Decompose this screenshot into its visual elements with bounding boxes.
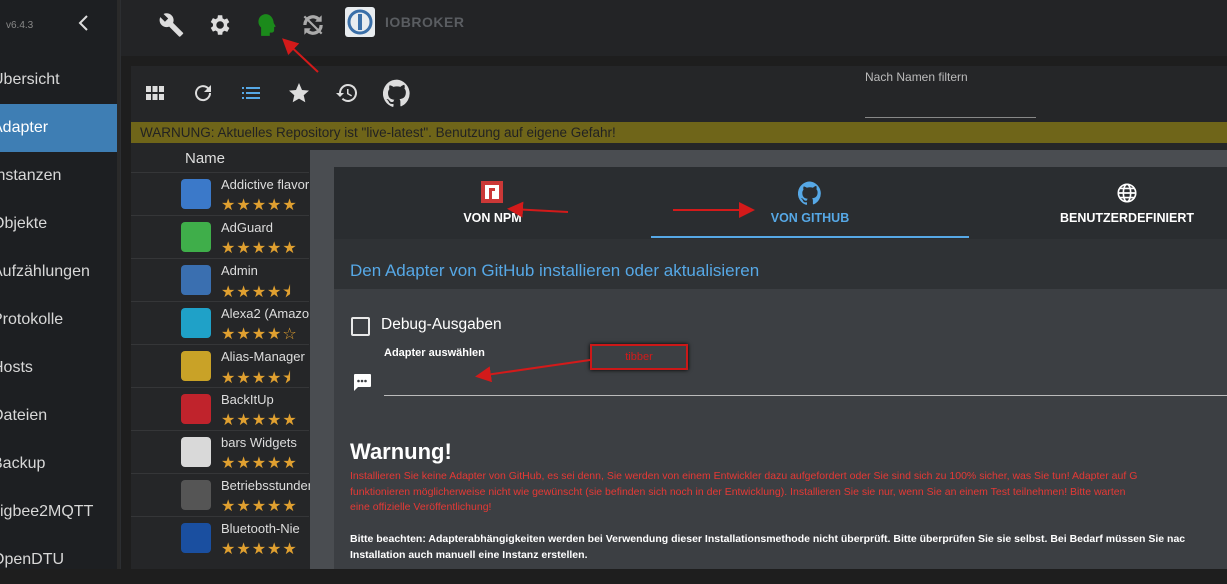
arrow-to-npm-tab — [507, 201, 569, 218]
arrow-to-expert-icon — [282, 38, 319, 73]
annotation-arrows — [282, 38, 755, 383]
arrow-to-adapter-input — [475, 359, 591, 383]
